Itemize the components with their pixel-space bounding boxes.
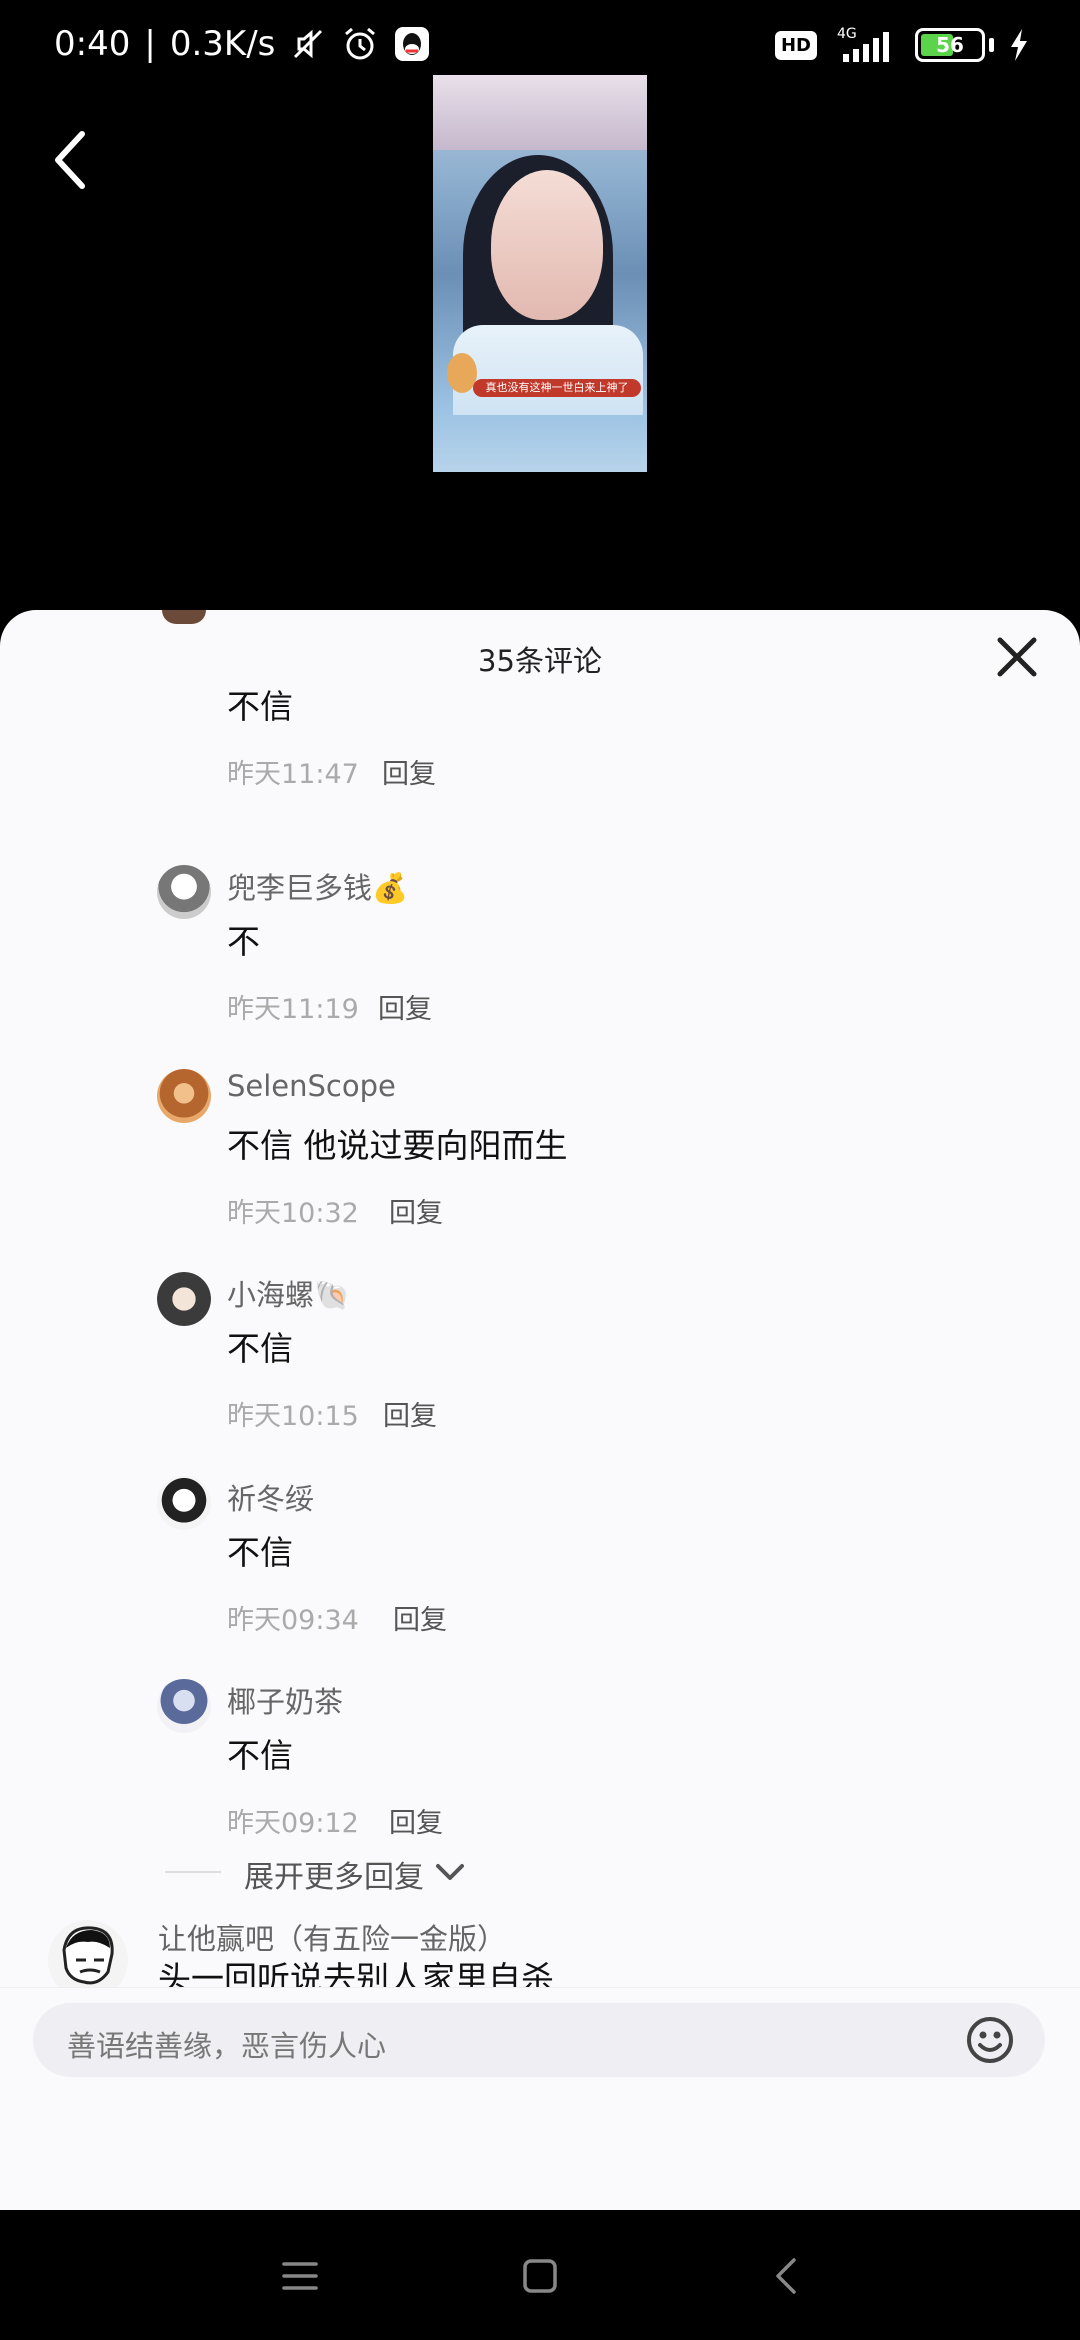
reply-button[interactable]: 回复: [393, 1598, 447, 1637]
reply-button[interactable]: 回复: [389, 1191, 443, 1230]
comment-sheet: 35条评论 不信 昨天11:47 回复 兜李巨多钱💰 不 昨天11:19 回复 …: [0, 610, 1080, 2210]
avatar[interactable]: [157, 1476, 211, 1530]
status-right: HD 4G 56: [774, 26, 1030, 64]
network-speed: 0.3K/s: [169, 24, 276, 64]
emoji-icon[interactable]: [965, 2015, 1015, 2065]
hd-badge: HD: [774, 30, 817, 60]
expand-divider: [165, 1871, 221, 1873]
reply-username[interactable]: 椰子奶茶: [227, 1679, 343, 1721]
reply-button[interactable]: 回复: [382, 752, 436, 791]
clock: 0:40: [54, 24, 131, 64]
reply-button[interactable]: 回复: [389, 1801, 443, 1840]
comment-input[interactable]: 善语结善缘，恶言伤人心: [33, 2003, 1045, 2077]
reply-time: 昨天11:19: [227, 994, 359, 1025]
reply-text: 不信: [227, 1533, 293, 1572]
battery-tip: [989, 38, 994, 52]
video-top-band: [433, 75, 647, 150]
video-preview[interactable]: 真也没有这神一世白来上神了: [433, 75, 647, 472]
expand-more-button[interactable]: 展开更多回复: [244, 1852, 424, 1896]
avatar[interactable]: [157, 1069, 211, 1123]
video-caption: 真也没有这神一世白来上神了: [473, 379, 641, 397]
charging-icon: [1011, 29, 1027, 61]
avatar[interactable]: [157, 865, 211, 919]
menu-icon[interactable]: [278, 2254, 322, 2298]
avatar[interactable]: [157, 1272, 211, 1326]
reply-text: 不: [227, 922, 260, 961]
reply-username[interactable]: 兜李巨多钱💰: [227, 865, 408, 907]
battery-icon: 56: [915, 28, 985, 62]
sheet-header: 35条评论: [0, 610, 1080, 700]
reply-button[interactable]: 回复: [383, 1394, 437, 1433]
mute-icon: [294, 29, 323, 59]
reply-time: 昨天10:32: [227, 1198, 359, 1229]
qq-icon: [395, 27, 430, 61]
reply-time: 昨天10:15: [227, 1401, 359, 1432]
chevron-down-icon[interactable]: [434, 1858, 466, 1886]
system-nav-bar: [0, 2210, 1080, 2340]
comment-count-title: 35条评论: [478, 644, 602, 678]
alarm-icon: [345, 27, 376, 60]
reply-text: 不信: [227, 1736, 293, 1775]
video-figure-face: [491, 170, 603, 320]
status-left: 0:40 | 0.3K/s: [54, 24, 431, 64]
status-separator: |: [144, 24, 156, 64]
battery-level: 56: [936, 33, 964, 57]
reply-time: 昨天09:12: [227, 1808, 359, 1839]
reply-username[interactable]: SelenScope: [227, 1069, 396, 1103]
reply-text: 不信: [227, 687, 293, 726]
reply-time: 昨天11:47: [227, 759, 359, 790]
home-icon[interactable]: [518, 2254, 562, 2298]
back-arrow-icon[interactable]: [44, 124, 104, 196]
comment-input-placeholder: 善语结善缘，恶言伤人心: [67, 2029, 387, 2063]
video-figure-robe: [453, 325, 643, 415]
reply-button[interactable]: 回复: [378, 987, 432, 1026]
comment-input-bar: 善语结善缘，恶言伤人心: [0, 1987, 1080, 2091]
avatar[interactable]: [157, 1679, 211, 1733]
nav-back-icon[interactable]: [766, 2254, 810, 2298]
reply-time: 昨天09:34: [227, 1605, 359, 1636]
svg-text:4G: 4G: [837, 26, 857, 42]
reply-text: 不信 他说过要向阳而生: [227, 1126, 568, 1165]
signal-icon: 4G: [837, 26, 889, 62]
reply-username[interactable]: 祈冬绥: [227, 1476, 314, 1518]
reply-text: 不信: [227, 1329, 293, 1368]
reply-username[interactable]: 小海螺🐚: [227, 1272, 350, 1314]
close-icon[interactable]: [994, 634, 1040, 680]
